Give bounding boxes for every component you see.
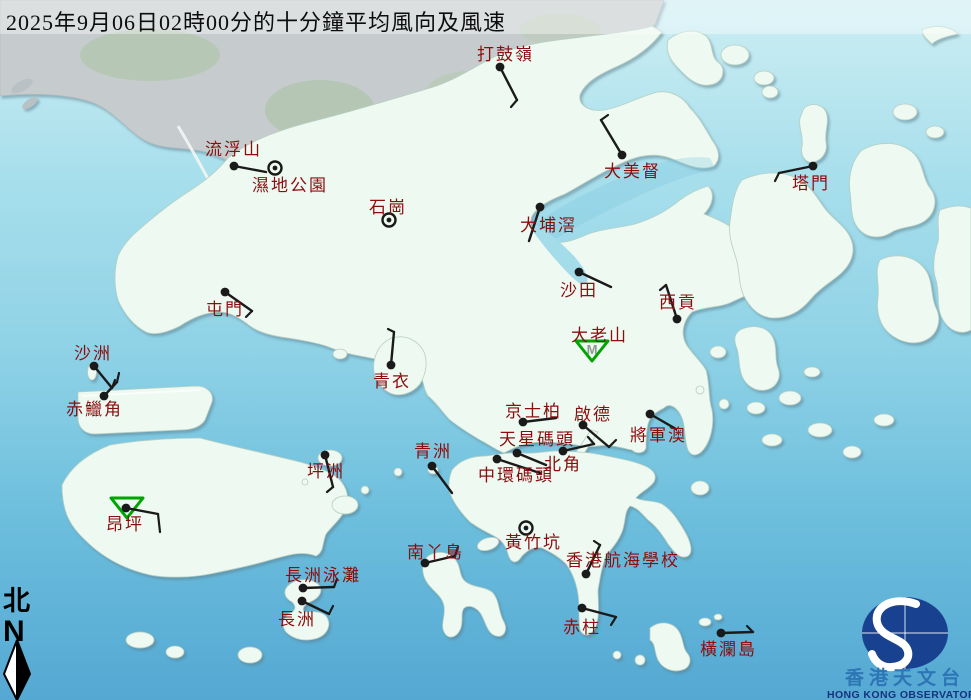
station-label: 赤鱲角 <box>66 400 123 419</box>
station-label: 中環碼頭 <box>478 466 554 485</box>
station-label: 大埔滘 <box>520 216 577 235</box>
station-dot <box>221 288 230 297</box>
station-label: 流浮山 <box>205 140 262 159</box>
port-island <box>762 86 778 98</box>
station-label: 坪洲 <box>307 462 345 481</box>
north-hanzi-label: 北 <box>3 586 30 616</box>
station-label: 塔門 <box>792 174 830 193</box>
station-dot <box>428 462 437 471</box>
station-label: 昂坪 <box>106 515 144 534</box>
station-label: 橫瀾島 <box>700 640 757 659</box>
station-dot <box>646 410 655 419</box>
station-label: 京士柏 <box>505 402 562 421</box>
wind-map-page: 打鼓嶺流浮山濕地公園石崗大美督塔門大埔滘沙田西貢屯門沙洲赤鱲角青衣M大老山京士柏… <box>0 0 971 700</box>
soko-islands <box>126 632 154 648</box>
wind-barb-shaft <box>303 587 334 588</box>
hei-ling-chau <box>332 496 358 514</box>
station-dot <box>493 455 502 464</box>
hong-kong-wind-map: 打鼓嶺流浮山濕地公園石崗大美督塔門大埔滘沙田西貢屯門沙洲赤鱲角青衣M大老山京士柏… <box>0 0 971 700</box>
station-dot <box>298 597 307 606</box>
station-dot <box>513 449 522 458</box>
ma-wan <box>333 349 347 359</box>
station-dot <box>582 570 591 579</box>
station-dot <box>809 162 818 171</box>
station-label: 香港航海學校 <box>566 551 680 570</box>
station-label: 啟德 <box>574 405 612 424</box>
station-label: 天星碼頭 <box>499 430 575 449</box>
station-dot <box>673 315 682 324</box>
hko-logo-en-text: HONG KONG OBSERVATORY <box>827 689 971 700</box>
hko-logo-cn-text: 香港天文台 <box>844 666 965 689</box>
station-label: 沙洲 <box>74 344 112 363</box>
station-label: 濕地公園 <box>252 176 328 195</box>
station-label: 西貢 <box>659 293 697 312</box>
tap-mun-island <box>800 105 828 163</box>
wind-barb-shaft <box>721 632 753 633</box>
north-letter-label: N <box>3 615 25 648</box>
tung-lung-chau <box>691 481 709 495</box>
station-label: 大美督 <box>604 162 661 181</box>
station-dot <box>230 162 239 171</box>
station-label: 長洲泳灘 <box>285 566 361 585</box>
station-label: 青衣 <box>373 372 411 391</box>
station-dot <box>575 268 584 277</box>
station-dot <box>122 504 131 513</box>
station-dot <box>717 629 726 638</box>
station-label: 大老山 <box>571 326 628 345</box>
station-dot <box>536 203 545 212</box>
station-label: 長洲 <box>278 610 316 629</box>
station-label: 黃竹坑 <box>505 533 562 552</box>
station-label: 屯門 <box>206 300 244 319</box>
station-label: 沙田 <box>560 281 598 300</box>
station-label: 南丫島 <box>407 543 464 562</box>
station-label: 赤柱 <box>563 618 601 637</box>
station-dot <box>578 604 587 613</box>
shek-kwu-chau <box>238 647 262 663</box>
station-dot <box>321 451 330 460</box>
station-label: 石崗 <box>369 198 407 217</box>
calm-wind-dot <box>387 218 392 223</box>
station-label: 打鼓嶺 <box>477 45 534 64</box>
station-label: 將軍澳 <box>630 426 687 445</box>
map-title: 2025年9月06日02時00分的十分鐘平均風向及風速 <box>6 5 506 37</box>
calm-wind-dot <box>524 526 529 531</box>
station-dot <box>618 151 627 160</box>
station-dot <box>387 361 396 370</box>
calm-wind-dot <box>273 166 278 171</box>
station-label: 青洲 <box>414 442 452 461</box>
